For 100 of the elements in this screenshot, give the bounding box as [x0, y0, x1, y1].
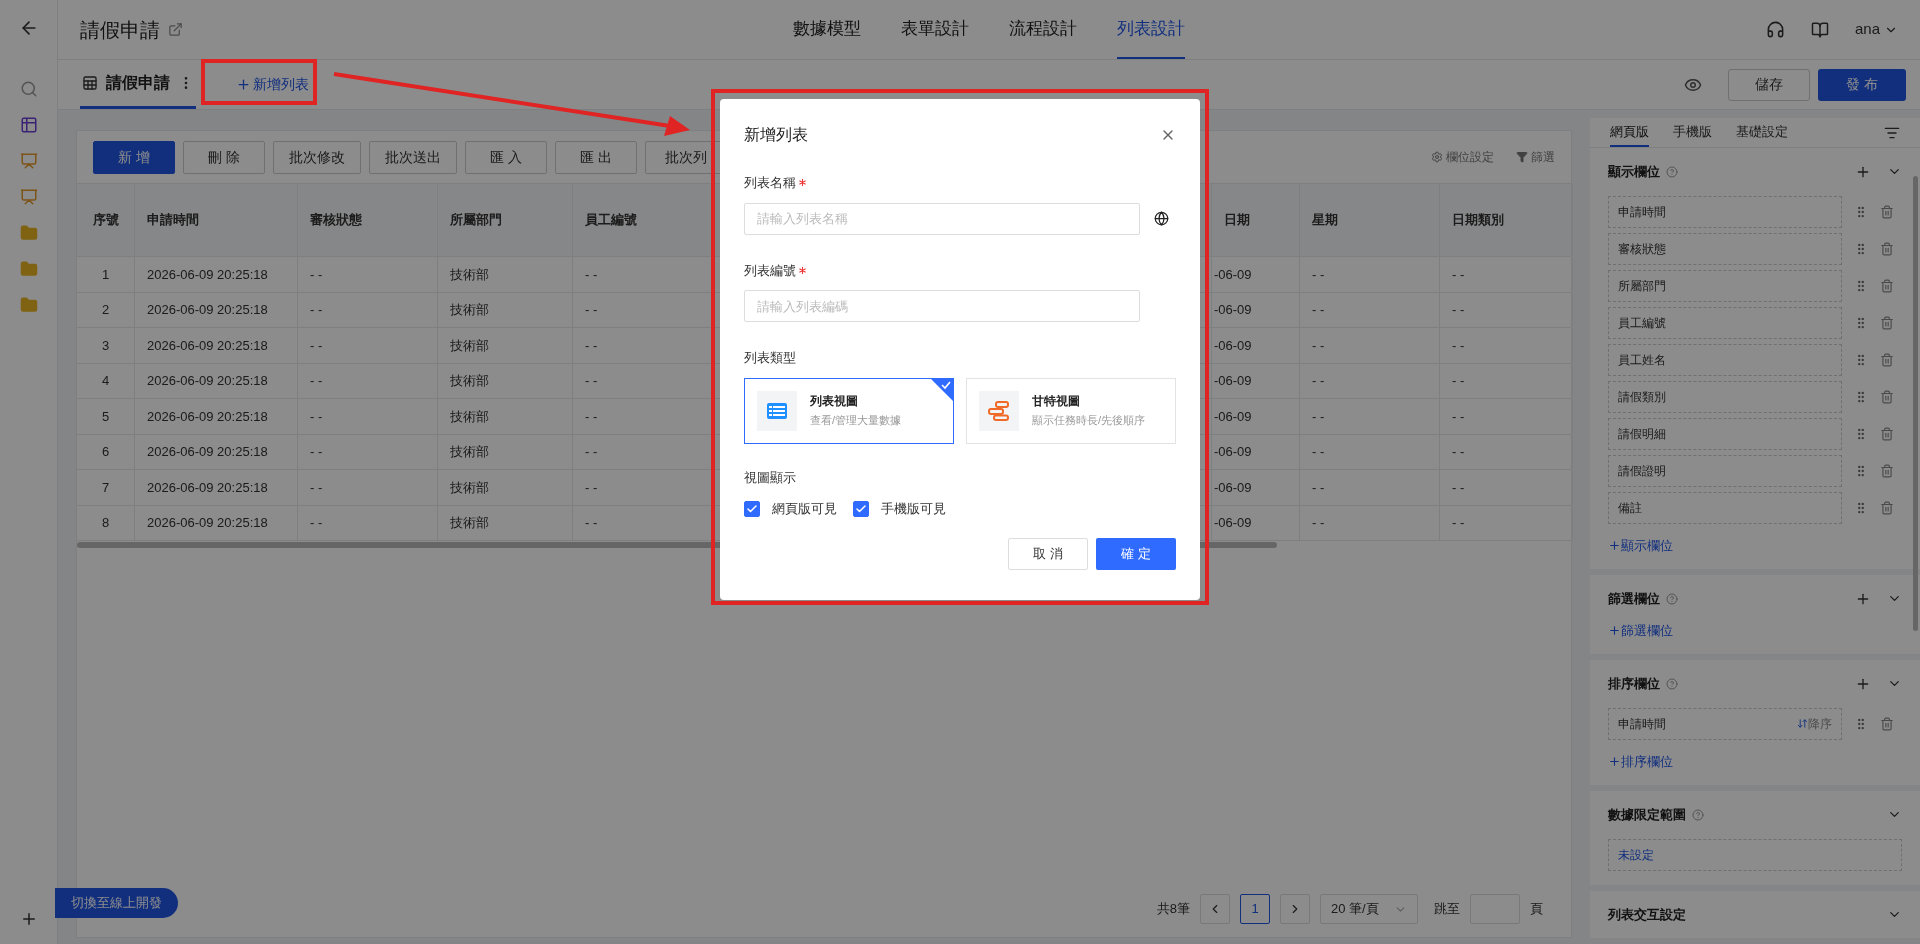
add-field-link[interactable]: 排序欄位 [1608, 751, 1673, 771]
toolbar-button[interactable]: 刪 除 [183, 140, 265, 174]
field-item[interactable]: 員工姓名 [1608, 343, 1842, 376]
view-type-card[interactable]: 列表視圖 查看/管理大量數據 [744, 377, 954, 444]
delete-icon[interactable] [1880, 315, 1894, 330]
help-icon[interactable] [1666, 677, 1678, 690]
add-field-link[interactable]: 篩選欄位 [1608, 620, 1673, 640]
field-item[interactable]: 請假證明 [1608, 454, 1842, 487]
search-icon[interactable] [19, 80, 38, 98]
page-button[interactable]: 1 [1240, 894, 1270, 924]
field-item[interactable]: 備註 [1608, 491, 1842, 524]
help-icon[interactable] [1692, 808, 1704, 821]
field-item[interactable]: 審核狀態 [1608, 232, 1842, 265]
scope-box[interactable]: 未設定 [1608, 838, 1902, 871]
globe-icon[interactable] [1154, 211, 1169, 226]
table-cell-text: -06-09 [1214, 265, 1252, 284]
card-title: 甘特視圖 [1032, 393, 1081, 411]
checkbox-label: 手機版可見 [881, 500, 946, 518]
table-cell-text: 2026-06-09 20:25:18 [147, 407, 268, 426]
checkbox[interactable] [744, 500, 760, 517]
panel-tab[interactable]: 手機版 [1673, 118, 1712, 147]
delete-icon[interactable] [1880, 241, 1894, 256]
tab-label: 請假申請 [106, 73, 170, 93]
help-icon[interactable] [1666, 592, 1678, 605]
table-cell-text: 3 [101, 336, 110, 355]
add-list-link[interactable]: 新增列表 [236, 74, 309, 95]
field-item[interactable]: 所屬部門 [1608, 269, 1842, 302]
save-button[interactable]: 儲存 [1728, 68, 1810, 101]
toolbar-button[interactable]: 匯 入 [465, 140, 547, 174]
column-header: 審核狀態 [310, 211, 362, 230]
toolbar-button[interactable]: 批次修改 [273, 140, 361, 174]
delete-icon[interactable] [1880, 352, 1894, 367]
nav-tab[interactable]: 表單設計 [901, 0, 969, 59]
book-icon[interactable] [1810, 20, 1829, 39]
help-icon[interactable] [1666, 165, 1678, 178]
nav-tab[interactable]: 數據模型 [793, 0, 861, 59]
field-item[interactable]: 員工編號 [1608, 306, 1842, 339]
nav-tab[interactable]: 流程設計 [1009, 0, 1077, 59]
field-item[interactable]: 申請時間 [1608, 195, 1842, 228]
table-cell-text: 2026-06-09 20:25:18 [147, 265, 268, 284]
table-cell-text: 技術部 [450, 301, 489, 319]
table-cell-text: - - [585, 265, 598, 284]
table-cell-text: 技術部 [450, 514, 489, 532]
field-item[interactable]: 請假類別 [1608, 380, 1842, 413]
toolbar-button[interactable]: 新 增 [93, 140, 175, 174]
delete-icon[interactable] [1880, 278, 1894, 293]
cancel-button[interactable]: 取 消 [1008, 538, 1088, 570]
card-title: 列表視圖 [810, 393, 859, 411]
field-label: 列表編號 [744, 261, 796, 280]
delete-icon[interactable] [1880, 463, 1894, 478]
text-input[interactable]: 請輸入列表名稱 [744, 202, 1140, 235]
headset-icon[interactable] [1765, 20, 1785, 39]
table-cell-text: -06-09 [1214, 301, 1252, 319]
delete-icon[interactable] [1880, 426, 1894, 441]
panel-tab[interactable]: 基礎設定 [1736, 118, 1788, 147]
add-field-link[interactable]: 顯示欄位 [1608, 535, 1673, 555]
section-title: 排序欄位 [1608, 675, 1660, 693]
table-cell-text: 2026-06-09 20:25:18 [147, 443, 268, 461]
table-cell-text: -06-09 [1214, 443, 1252, 461]
scrollbar[interactable] [1913, 176, 1918, 631]
table-cell-text: 2026-06-09 20:25:18 [147, 514, 268, 532]
toolbar-link[interactable]: 篩選 [1516, 148, 1555, 166]
table-cell-text: - - [585, 407, 598, 426]
table-cell-text: - - [310, 301, 323, 319]
field-item[interactable]: 申請時間 降序 [1608, 707, 1842, 740]
presentation-icon[interactable] [19, 188, 38, 206]
page-size-select[interactable]: 20 筆/頁 [1320, 894, 1418, 924]
delete-icon[interactable] [1880, 389, 1894, 404]
switch-online-button[interactable]: 切換至線上開發 [55, 888, 178, 918]
delete-icon[interactable] [1880, 204, 1894, 219]
external-link-icon[interactable] [168, 22, 183, 37]
table-cell-text: - - [585, 443, 598, 461]
view-type-card[interactable]: 甘特視圖 顯示任務時長/先後順序 [966, 377, 1176, 444]
field-item[interactable]: 請假明細 [1608, 417, 1842, 450]
publish-button[interactable]: 發 布 [1818, 68, 1906, 101]
toolbar-button[interactable]: 匯 出 [555, 140, 637, 174]
toolbar-button[interactable]: 批次送出 [369, 140, 457, 174]
jump-label: 跳至 [1434, 900, 1460, 919]
confirm-button[interactable]: 確 定 [1096, 538, 1176, 570]
presentation-icon[interactable] [19, 152, 38, 170]
gantt-icon [988, 400, 1010, 421]
checkbox[interactable] [853, 500, 869, 517]
table-cell-text: - - [1312, 407, 1325, 426]
plus-icon [1608, 623, 1621, 637]
table-icon[interactable] [19, 116, 38, 134]
user-menu[interactable]: ana [1854, 18, 1898, 41]
table-cell-text: -06-09 [1214, 407, 1252, 426]
toolbar-link[interactable]: 欄位設定 [1431, 148, 1494, 166]
section-title: 列表交互設定 [1608, 905, 1686, 924]
column-header: 日期 [1224, 211, 1250, 230]
column-header: 申請時間 [147, 211, 199, 230]
table-cell-text: -06-09 [1214, 478, 1252, 497]
section-title: 顯示欄位 [1608, 163, 1660, 181]
delete-icon[interactable] [1880, 716, 1894, 731]
delete-icon[interactable] [1880, 500, 1894, 515]
text-input[interactable]: 請輸入列表編碼 [744, 290, 1140, 322]
table-cell-text: - - [1452, 407, 1465, 426]
table-cell-text: - - [1312, 301, 1325, 319]
table-cell-text: 7 [101, 478, 110, 497]
table-cell-text: 2026-06-09 20:25:18 [147, 478, 268, 497]
